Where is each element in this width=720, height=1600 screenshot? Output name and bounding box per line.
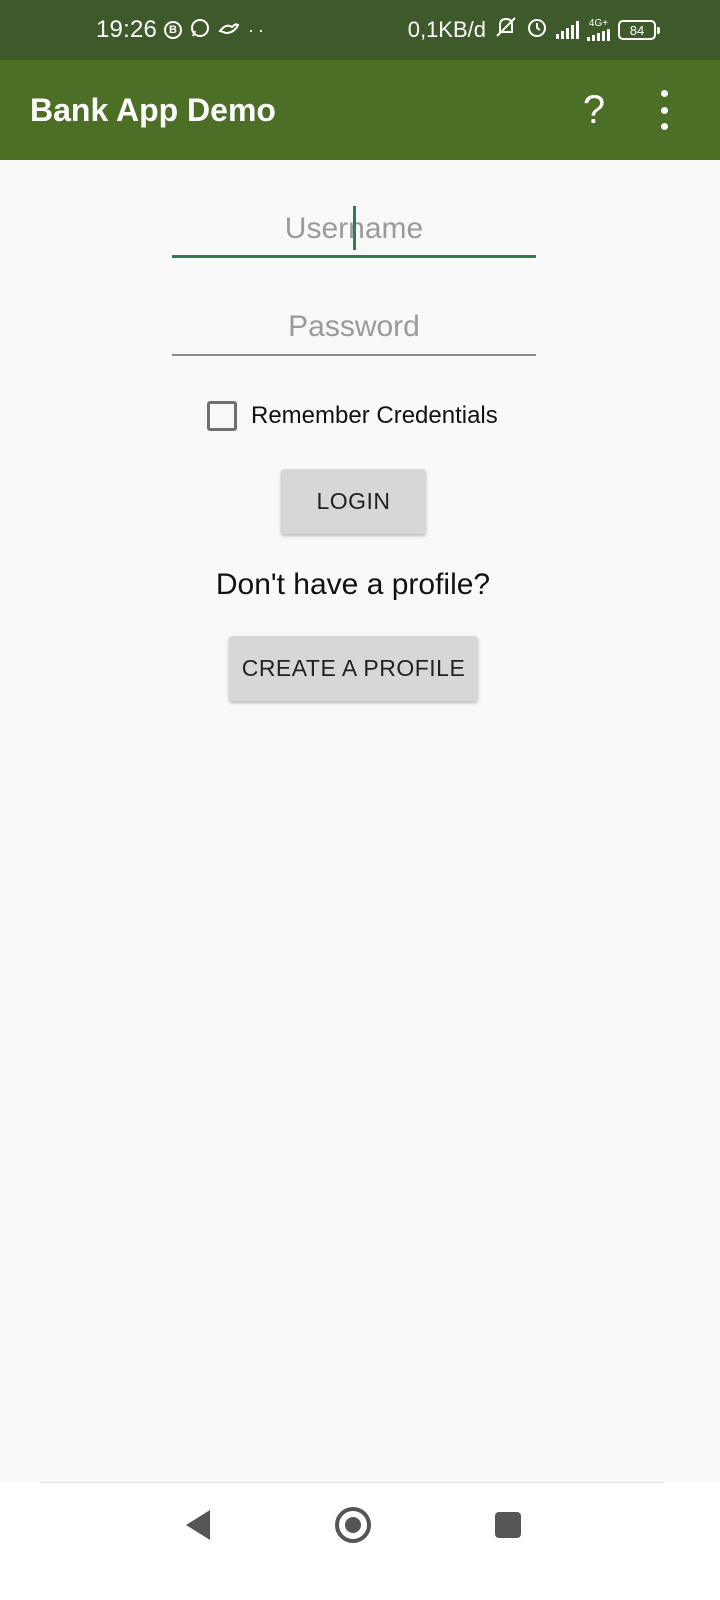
help-button[interactable]: ? [576, 82, 612, 138]
more-notifications-icon: ·· [248, 19, 268, 40]
data-speed: 0,1KB/d [407, 17, 486, 42]
whatsapp-icon [190, 18, 210, 43]
more-options-icon[interactable] [654, 90, 674, 130]
password-input[interactable] [172, 300, 536, 354]
signal-4g-icon: 4G+ [587, 19, 610, 41]
back-icon[interactable] [186, 1510, 210, 1540]
network-type: 4G+ [588, 18, 609, 29]
no-profile-text: Don't have a profile? [215, 568, 491, 601]
login-button[interactable]: LOGIN [281, 469, 426, 534]
recents-icon[interactable] [495, 1512, 521, 1538]
battery-icon: 84 [618, 20, 660, 40]
remember-label: Remember Credentials [251, 402, 498, 429]
status-time: 19:26 [96, 16, 158, 43]
b-circle-icon: B [164, 21, 182, 39]
system-icons: 0,1KB/d 4G+ 84 [407, 0, 660, 60]
notification-icons: B ·· [164, 0, 268, 60]
create-profile-button[interactable]: CREATE A PROFILE [229, 636, 478, 701]
password-field[interactable] [172, 300, 536, 356]
home-icon[interactable] [335, 1507, 371, 1543]
username-field[interactable] [172, 202, 536, 258]
app-title: Bank App Demo [30, 92, 276, 128]
remember-credentials[interactable]: Remember Credentials [207, 397, 498, 435]
text-cursor [353, 206, 356, 250]
signal-icon [556, 21, 579, 39]
alarm-icon [526, 16, 548, 44]
vibrate-off-icon [494, 16, 518, 44]
status-bar: 19:26 B ·· 0,1KB/d 4G+ 84 [0, 0, 720, 60]
remember-checkbox[interactable] [207, 401, 237, 431]
bird-icon [218, 19, 240, 42]
app-bar: Bank App Demo ? [0, 60, 720, 160]
